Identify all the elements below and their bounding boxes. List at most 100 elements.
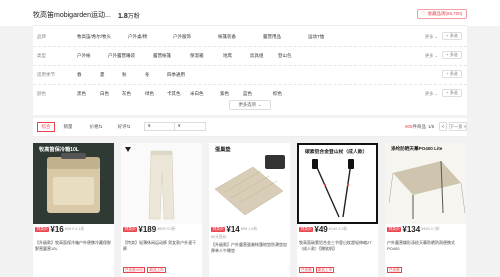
price-row: 特卖价 ¥14 ¥99 1.4折 (211, 225, 257, 234)
product-image: 碳素铝合金登山杖（成人款） (297, 143, 378, 224)
filter-option[interactable]: 运动T恤 (308, 34, 324, 40)
filter-option[interactable]: 黑色 (77, 91, 86, 97)
filter-option[interactable]: 夏 (100, 72, 105, 78)
tag-row: 已优惠 (387, 267, 402, 273)
filter-option[interactable]: 露营用品 (263, 34, 281, 40)
store-score: 1.8万粉 (118, 11, 140, 20)
original-price: ¥99 1.4折 (240, 227, 258, 231)
promo-tag: 已优惠 (299, 267, 314, 273)
page-indicator: 1/5 (428, 124, 435, 129)
more-link[interactable]: 更多 ⌄ (425, 53, 438, 59)
filter-option[interactable]: 卡其色 (167, 91, 181, 97)
tag-row: 已优惠40元 新品上市 (123, 267, 166, 273)
product-card[interactable]: 涤纶防晒天幕PO400 Lite 特卖价 ¥134 ¥499 2.7折 户外露营… (385, 143, 466, 277)
next-page-button[interactable]: 下一页 > (449, 122, 467, 131)
filter-option[interactable]: 四季通用 (167, 72, 185, 78)
product-title[interactable]: 【升级款】牧高笛保冷箱户外便携冷藏保鲜野营露营10L (35, 240, 112, 252)
multi-select-button[interactable]: + 多选 (442, 89, 462, 97)
filter-option[interactable]: 白色 (100, 91, 109, 97)
filter-option[interactable]: 户外露营睡袋 (108, 53, 135, 59)
more-link[interactable]: 更多 ⌄ (425, 91, 438, 97)
product-card[interactable]: 碳素铝合金登山杖（成人款） 特卖价 ¥49 ¥149 3.3折 牧高笛碳素铝合金… (297, 143, 378, 277)
cooler-box-icon (47, 153, 104, 213)
product-title[interactable]: 【特卖】轻薄休闲运动裤 男女款户外速干裤 (123, 240, 200, 252)
price-min-input[interactable]: ¥ (144, 122, 176, 131)
price-row: 特卖价 ¥49 ¥149 3.3折 (299, 225, 347, 234)
filter-option[interactable]: 登山包 (278, 53, 292, 59)
product-image: 蛋巢垫 (209, 143, 290, 224)
promo-tag: 新品上市 (315, 267, 335, 273)
product-banner: 涤纶防晒天幕PO400 Lite (391, 146, 443, 151)
product-grid: 牧高笛保冷箱10L 特卖价 ¥16 ¥39.9 4.1折 【升级款】牧高笛保冷箱… (33, 143, 467, 277)
original-price: ¥149 3.3折 (328, 227, 348, 231)
filter-option[interactable]: 秋 (122, 72, 127, 78)
multi-select-button[interactable]: + 多选 (442, 70, 462, 78)
filter-label: 品牌 (37, 34, 46, 39)
sort-tab-sales[interactable]: 销量 (59, 122, 77, 132)
product-title[interactable]: 户外露营蝶形涤纶天幕防晒防雨便携式PO400 (387, 240, 464, 252)
price-row: 特卖价 ¥134 ¥499 2.7折 (387, 225, 440, 234)
product-price: ¥16 (50, 225, 64, 234)
sort-tab-rating[interactable]: 好评 ⇅ (113, 122, 135, 132)
price-row: 特卖价 ¥16 ¥39.9 4.1折 (35, 225, 84, 234)
filter-option[interactable]: 帐篷装备 (218, 34, 236, 40)
sort-arrows-icon: ⇅ (98, 124, 103, 129)
filter-option[interactable]: 棕色 (273, 91, 282, 97)
sale-flag: 特卖价 (299, 226, 314, 233)
sleeping-mat-icon (214, 155, 285, 216)
filter-option[interactable]: 牧高笛/希尔/牧头 (77, 34, 111, 40)
filter-option[interactable]: 炊具组 (250, 53, 264, 59)
multi-select-button[interactable]: + 多选 (442, 32, 462, 40)
sale-flag: 特卖价 (387, 226, 402, 233)
sort-tab-default[interactable]: 综合 (37, 122, 55, 132)
promo-tag: 已优惠40元 (123, 267, 146, 273)
product-card[interactable]: 蛋巢垫 特卖价 ¥14 ¥99 1.4折 60天低价 【升级款】户外露营蛋巢帐篷… (209, 143, 290, 277)
filter-label: 类型 (37, 53, 46, 58)
favorite-brand-button[interactable]: ♡ 收藏品牌(85,700) (417, 9, 467, 19)
filter-option[interactable]: 户外服饰 (173, 34, 191, 40)
filter-option[interactable]: 蓝色 (243, 91, 252, 97)
original-price: ¥39.9 4.1折 (64, 227, 85, 231)
pants-icon (125, 147, 175, 220)
product-title[interactable]: 【升级款】户外露营蛋巢帐篷地垫防潮垫加厚单人午睡垫 (211, 242, 288, 254)
price-max-input[interactable]: ¥ (174, 122, 206, 131)
filter-option[interactable]: 紫色 (220, 91, 229, 97)
filter-option[interactable]: 户外桌/椅 (128, 34, 147, 40)
product-banner: 碳素铝合金登山杖（成人款） (305, 150, 368, 155)
price-note: 60天低价 (211, 235, 227, 239)
filter-option[interactable]: 保温箱 (190, 53, 204, 59)
prev-page-button[interactable]: < (439, 122, 447, 131)
more-link[interactable]: 更多 ⌄ (425, 34, 438, 40)
filter-option[interactable]: 灰色 (122, 91, 131, 97)
product-price: ¥49 (314, 225, 328, 234)
show-more-label: 更多选项 (238, 102, 256, 107)
favorite-label: 收藏品牌(85,700) (427, 11, 463, 16)
product-card[interactable]: 牧高笛保冷箱10L 特卖价 ¥16 ¥39.9 4.1折 【升级款】牧高笛保冷箱… (33, 143, 114, 277)
product-banner: 蛋巢垫 (215, 147, 231, 153)
multi-select-button[interactable]: + 多选 (442, 51, 462, 59)
chevron-down-icon: ⌄ (257, 102, 262, 107)
product-card[interactable]: 特卖价 ¥189 ¥599 3.2折 【特卖】轻薄休闲运动裤 男女款户外速干裤 … (121, 143, 202, 277)
filter-option[interactable]: 地席 (223, 53, 232, 59)
filter-option[interactable]: 米白色 (190, 91, 204, 97)
store-name[interactable]: 牧高笛mobigarden运动... (33, 10, 111, 20)
product-image: 牧高笛保冷箱10L (33, 143, 114, 224)
sort-bar: 综合 销量 价格 ⇅ 好评 ⇅ ¥ - ¥ 906件商品 1/5 < 下一页 > (33, 118, 467, 137)
filter-option[interactable]: 露营帐篷 (153, 53, 171, 59)
sort-arrows-icon: ⇅ (126, 124, 131, 129)
tag-row: 已优惠 新品上市 (299, 267, 335, 273)
product-title[interactable]: 牧高笛碳素铝合金三节登山杖超轻伸缩ZT（成人款）【赠软帆】 (299, 240, 376, 252)
fans-count: 1.8 (118, 13, 128, 20)
sale-flag: 特卖价 (123, 226, 138, 233)
filter-option[interactable]: 冬 (145, 72, 150, 78)
original-price: ¥599 3.2折 (157, 227, 176, 231)
filter-option[interactable]: 绿色 (145, 91, 154, 97)
filter-option[interactable]: 春 (77, 72, 82, 78)
tarp-icon (388, 160, 466, 219)
filter-label: 颜色 (37, 91, 46, 96)
filter-row-season: 适用季节 春 夏 秋 冬 四季通用 + 多选 (33, 66, 467, 85)
price-row: 特卖价 ¥189 ¥599 3.2折 (123, 225, 176, 234)
filter-option[interactable]: 户外帐 (77, 53, 91, 59)
show-more-options-button[interactable]: 更多选项 ⌄ (229, 100, 271, 110)
sort-tab-price[interactable]: 价格 ⇅ (85, 122, 107, 132)
